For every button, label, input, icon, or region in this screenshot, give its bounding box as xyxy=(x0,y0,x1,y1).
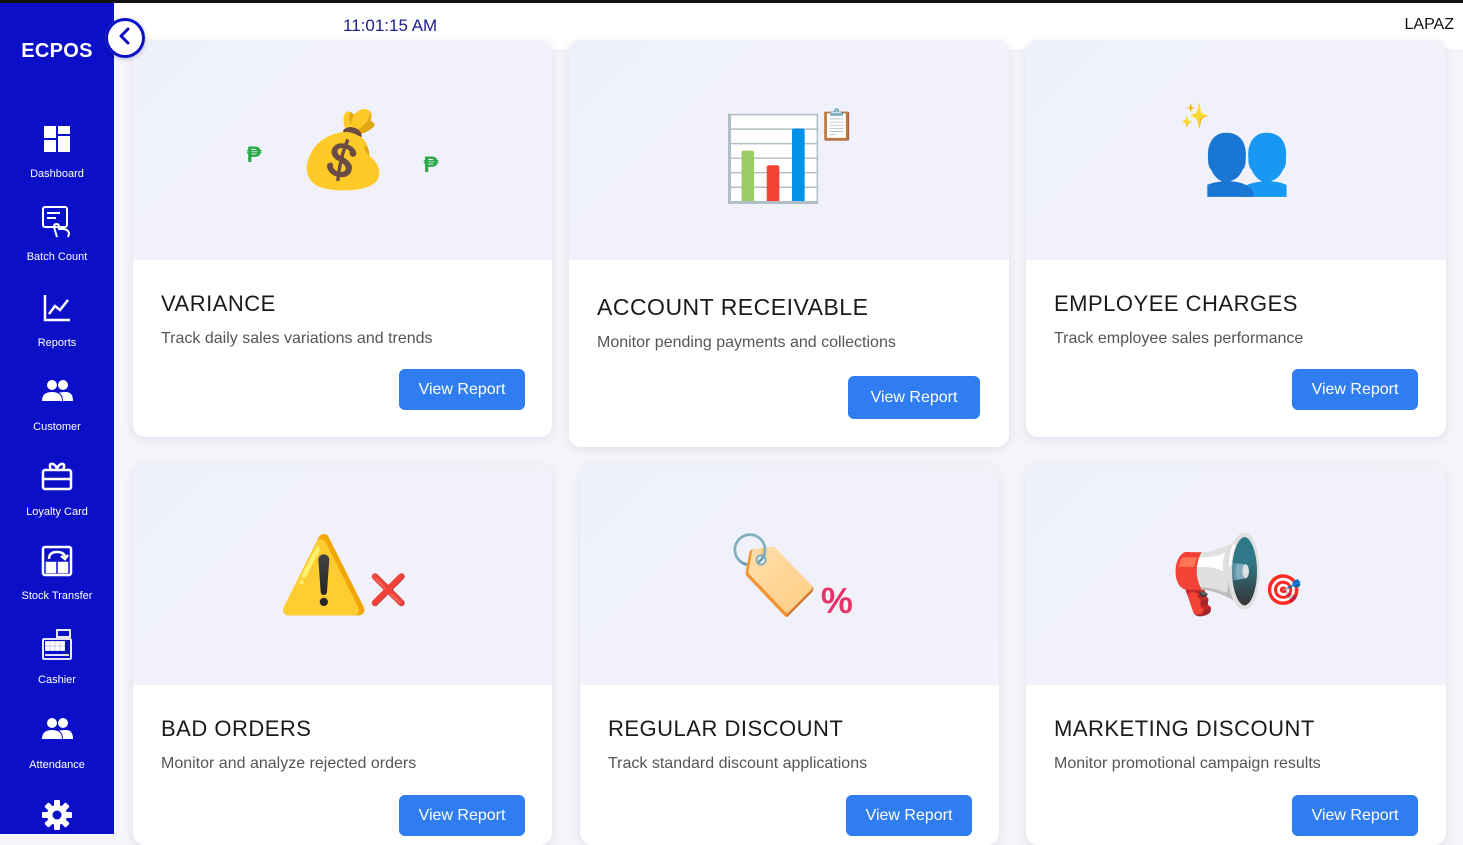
view-report-button[interactable]: View Report xyxy=(1292,369,1418,410)
price-tag-icon: 🏷️ xyxy=(726,533,821,618)
bar-chart-icon: 📊 xyxy=(722,114,825,205)
card-title: BAD ORDERS xyxy=(161,716,312,741)
report-card-regular-discount: 🏷️ % REGULAR DISCOUNT Track standard dis… xyxy=(580,465,999,845)
card-title: EMPLOYEE CHARGES xyxy=(1054,291,1298,316)
warning-icon: ⚠️ xyxy=(277,532,370,616)
stock-transfer-icon xyxy=(40,544,74,583)
report-card-variance: ₱ 💰 ₱ VARIANCE Track daily sales variati… xyxy=(133,40,552,437)
view-report-button[interactable]: View Report xyxy=(399,369,525,410)
sidebar-item-label: Reports xyxy=(37,337,77,349)
view-report-button[interactable]: View Report xyxy=(848,376,980,419)
card-description: Monitor pending payments and collections xyxy=(597,334,896,351)
card-hero: ⚠️ ❌ xyxy=(133,465,552,685)
dashboard-icon xyxy=(40,122,74,161)
chart-line-icon xyxy=(40,291,74,330)
sidebar-item-label: Dashboard xyxy=(30,168,84,180)
chevron-left-icon xyxy=(118,27,132,50)
batch-count-icon xyxy=(40,205,74,244)
brand-logo: ECPOS xyxy=(21,40,93,62)
percent-icon: % xyxy=(820,580,853,621)
top-border xyxy=(0,0,1463,3)
report-card-account-receivable: 📊 📋 ACCOUNT RECEIVABLE Monitor pending p… xyxy=(569,40,1009,447)
card-hero: 📊 📋 xyxy=(569,40,1009,260)
branch-name: LAPAZ xyxy=(1404,16,1455,33)
people-icon: 👥 xyxy=(1202,117,1292,198)
card-description: Monitor promotional campaign results xyxy=(1054,755,1321,772)
report-card-marketing-discount: 📢 🎯 MARKETING DISCOUNT Monitor promotion… xyxy=(1026,465,1446,845)
peso-sign-icon: ₱ xyxy=(423,152,439,177)
peso-sign-icon: ₱ xyxy=(246,142,262,167)
card-description: Track employee sales performance xyxy=(1054,330,1304,347)
sidebar-item-label: Loyalty Card xyxy=(26,506,88,518)
sidebar-item-reports[interactable]: Reports xyxy=(0,291,114,371)
card-title: REGULAR DISCOUNT xyxy=(608,716,844,741)
card-hero: 🏷️ % xyxy=(580,465,999,685)
card-hero: 📢 🎯 xyxy=(1026,465,1446,685)
sidebar-item-label: Batch Count xyxy=(26,251,88,263)
sidebar-item-label: Attendance xyxy=(29,759,85,771)
gear-icon xyxy=(40,798,74,837)
card-hero: ₱ 💰 ₱ xyxy=(133,40,552,260)
card-hero: ✨ 👥 xyxy=(1026,40,1446,260)
gift-card-icon xyxy=(40,460,74,499)
clipboard-icon: 📋 xyxy=(818,108,856,142)
collapse-sidebar-button[interactable] xyxy=(105,18,145,58)
report-card-employee-charges: ✨ 👥 EMPLOYEE CHARGES Track employee sale… xyxy=(1026,40,1446,437)
money-bag-icon: 💰 xyxy=(297,107,390,191)
sidebar-item-cashier[interactable]: Cashier xyxy=(0,628,114,708)
close-icon: ❌ xyxy=(369,573,408,607)
sidebar-item-label: Customer xyxy=(33,421,81,433)
card-description: Monitor and analyze rejected orders xyxy=(161,755,417,772)
sidebar-item-stock-transfer[interactable]: Stock Transfer xyxy=(0,544,114,624)
card-description: Track daily sales variations and trends xyxy=(161,330,433,347)
view-report-button[interactable]: View Report xyxy=(1292,795,1418,836)
sidebar-item-settings[interactable] xyxy=(0,798,114,834)
sidebar-item-batch-count[interactable]: Batch Count xyxy=(0,205,114,285)
sidebar: ECPOS Dashboard Batch Count Reports Cust… xyxy=(0,0,114,834)
view-report-button[interactable]: View Report xyxy=(399,795,525,836)
target-icon: 🎯 xyxy=(1264,573,1302,607)
people-icon xyxy=(40,713,74,752)
sidebar-item-label: Stock Transfer xyxy=(21,590,93,602)
report-card-bad-orders: ⚠️ ❌ BAD ORDERS Monitor and analyze reje… xyxy=(133,465,552,845)
megaphone-icon: 📢 xyxy=(1170,533,1265,618)
card-title: MARKETING DISCOUNT xyxy=(1054,716,1315,741)
cash-register-icon xyxy=(40,628,74,667)
sidebar-item-attendance[interactable]: Attendance xyxy=(0,713,114,793)
card-title: VARIANCE xyxy=(161,291,276,316)
card-title: ACCOUNT RECEIVABLE xyxy=(597,294,869,320)
view-report-button[interactable]: View Report xyxy=(846,795,972,836)
card-description: Track standard discount applications xyxy=(608,755,868,772)
sidebar-item-customer[interactable]: Customer xyxy=(0,375,114,455)
sidebar-item-dashboard[interactable]: Dashboard xyxy=(0,122,114,202)
sidebar-item-label: Cashier xyxy=(38,674,76,686)
clock: 11:01:15 AM xyxy=(343,16,438,35)
people-icon xyxy=(40,375,74,414)
sidebar-item-loyalty-card[interactable]: Loyalty Card xyxy=(0,460,114,540)
